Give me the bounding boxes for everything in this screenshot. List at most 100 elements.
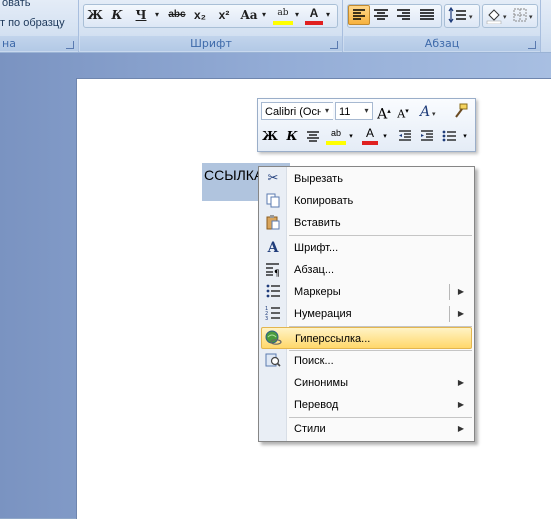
svg-text:A: A xyxy=(418,104,430,120)
align-right-icon xyxy=(397,9,410,20)
align-left-button[interactable] xyxy=(348,5,370,25)
highlight-dropdown-icon[interactable]: ▾ xyxy=(293,5,301,25)
increase-indent-icon xyxy=(421,130,433,141)
menu-item-label: Абзац... xyxy=(294,264,335,276)
font-group-label: Шрифт xyxy=(80,36,342,51)
split-divider xyxy=(449,306,450,322)
svg-text:¶: ¶ xyxy=(274,269,280,277)
submenu-arrow-icon: ▶ xyxy=(457,378,464,387)
menu-item-numbering[interactable]: 123 Нумерация ▶ xyxy=(261,303,472,325)
change-case-button[interactable]: Aa xyxy=(238,5,260,25)
font-color-button[interactable]: A xyxy=(305,5,323,25)
font-icon: A xyxy=(267,240,279,256)
shading-button[interactable]: ▾ xyxy=(484,6,510,27)
mini-highlight-dropdown-icon[interactable]: ▾ xyxy=(346,127,356,145)
scissors-icon: ✂ xyxy=(267,171,279,186)
align-center-icon xyxy=(307,131,319,142)
submenu-arrow-icon: ▶ xyxy=(457,309,464,318)
styles-button[interactable]: A ▾ xyxy=(418,102,440,120)
format-painter-button[interactable]: т по образцу xyxy=(0,17,65,29)
menu-item-translate[interactable]: Перевод ▶ xyxy=(261,394,472,416)
justify-button[interactable] xyxy=(417,6,437,27)
font-color-dropdown-icon[interactable]: ▾ xyxy=(324,5,332,25)
grow-font-letter: A xyxy=(377,106,388,123)
borders-icon: ▾ xyxy=(513,8,533,22)
menu-item-label: Синонимы xyxy=(294,377,348,389)
align-right-button[interactable] xyxy=(394,6,414,27)
submenu-arrow-icon: ▶ xyxy=(457,400,464,409)
menu-item-paste[interactable]: Вставить xyxy=(261,212,472,234)
submenu-arrow-icon: ▶ xyxy=(457,287,464,296)
menu-item-label: Стили xyxy=(294,423,326,435)
hyperlink-icon xyxy=(265,330,283,348)
menu-item-label: Вырезать xyxy=(294,173,343,185)
bullets-dropdown-icon[interactable]: ▾ xyxy=(460,127,470,145)
menu-item-label: Поиск... xyxy=(294,355,334,367)
menu-item-label: Шрифт... xyxy=(294,242,339,254)
align-center-icon xyxy=(374,9,388,20)
svg-text:▾: ▾ xyxy=(432,110,436,118)
mini-italic-button[interactable]: К xyxy=(284,127,300,145)
mini-font-color-dropdown-icon[interactable]: ▾ xyxy=(380,127,390,145)
menu-item-hyperlink[interactable]: Гиперссылка... xyxy=(261,327,472,349)
menu-item-label: Перевод xyxy=(294,399,339,411)
change-case-dropdown-icon[interactable]: ▾ xyxy=(260,5,268,25)
paragraph-group: ▾ ▾ ▾ Абзац xyxy=(344,0,541,52)
bullets-icon xyxy=(264,283,282,301)
mini-font-color-button[interactable]: A xyxy=(362,126,378,145)
increase-indent-button[interactable] xyxy=(418,127,436,145)
underline-dropdown-icon[interactable]: ▾ xyxy=(152,5,162,25)
clipboard-launcher-icon[interactable] xyxy=(66,41,74,49)
menu-item-cut[interactable]: ✂ Вырезать xyxy=(261,168,472,190)
svg-text:▾: ▾ xyxy=(529,13,533,21)
mini-center-button[interactable] xyxy=(304,127,322,145)
align-center-button[interactable] xyxy=(371,6,391,27)
decrease-indent-button[interactable] xyxy=(396,127,414,145)
font-size-value: 11 xyxy=(339,106,351,118)
format-copy-partial[interactable]: овать xyxy=(2,0,30,9)
paragraph-launcher-icon[interactable] xyxy=(528,41,536,49)
font-name-dropdown-icon[interactable]: ▾ xyxy=(321,103,333,119)
menu-item-label: Гиперссылка... xyxy=(295,333,371,345)
copy-icon xyxy=(264,192,282,210)
strikethrough-button[interactable]: abc xyxy=(166,5,188,25)
grow-font-button[interactable]: A▴ xyxy=(376,102,392,123)
paragraph-icon: ¶ xyxy=(264,261,282,279)
font-group: Ж К Ч ▾ abc x₂ x² Aa ▾ ab ▾ A ▾ Шрифт xyxy=(80,0,343,52)
svg-text:▾: ▾ xyxy=(503,13,507,21)
numbering-icon: 123 xyxy=(264,305,282,323)
underline-button[interactable]: Ч xyxy=(132,5,150,25)
menu-item-font[interactable]: A Шрифт... xyxy=(261,237,472,259)
bold-button[interactable]: Ж xyxy=(86,5,104,25)
font-name-value: Calibri (Осн xyxy=(265,106,324,118)
bullets-button[interactable] xyxy=(440,127,458,145)
mini-bold-button[interactable]: Ж xyxy=(262,127,278,145)
selected-text[interactable]: ССЫЛКА xyxy=(204,167,263,183)
line-spacing-icon: ▾ xyxy=(448,6,473,24)
ribbon: овать т по образцу на Ж К Ч ▾ abc x₂ x² … xyxy=(0,0,551,53)
superscript-button[interactable]: x² xyxy=(214,5,234,25)
borders-button[interactable]: ▾ xyxy=(511,6,537,27)
paint-bucket-icon: ▾ xyxy=(486,9,507,25)
menu-item-copy[interactable]: Копировать xyxy=(261,190,472,212)
menu-item-research[interactable]: Поиск... xyxy=(261,350,472,372)
line-spacing-button[interactable]: ▾ xyxy=(447,6,475,27)
bullets-icon xyxy=(442,130,456,142)
subscript-button[interactable]: x₂ xyxy=(190,5,210,25)
shrink-font-button[interactable]: A▾ xyxy=(396,102,410,121)
svg-text:▾: ▾ xyxy=(469,13,473,21)
font-launcher-icon[interactable] xyxy=(330,41,338,49)
svg-text:3: 3 xyxy=(265,316,268,321)
menu-item-synonyms[interactable]: Синонимы ▶ xyxy=(261,372,472,394)
font-size-dropdown-icon[interactable]: ▾ xyxy=(361,103,372,119)
paste-icon xyxy=(264,214,282,232)
highlight-button[interactable]: ab xyxy=(273,5,293,25)
research-icon xyxy=(264,352,282,370)
mini-highlight-button[interactable]: ab xyxy=(326,126,346,145)
italic-button[interactable]: К xyxy=(108,5,126,25)
menu-item-styles[interactable]: Стили ▶ xyxy=(261,418,472,440)
menu-item-bullets[interactable]: Маркеры ▶ xyxy=(261,281,472,303)
format-painter-icon[interactable] xyxy=(450,102,470,120)
menu-item-paragraph[interactable]: ¶ Абзац... xyxy=(261,259,472,281)
menu-item-label: Маркеры xyxy=(294,286,341,298)
